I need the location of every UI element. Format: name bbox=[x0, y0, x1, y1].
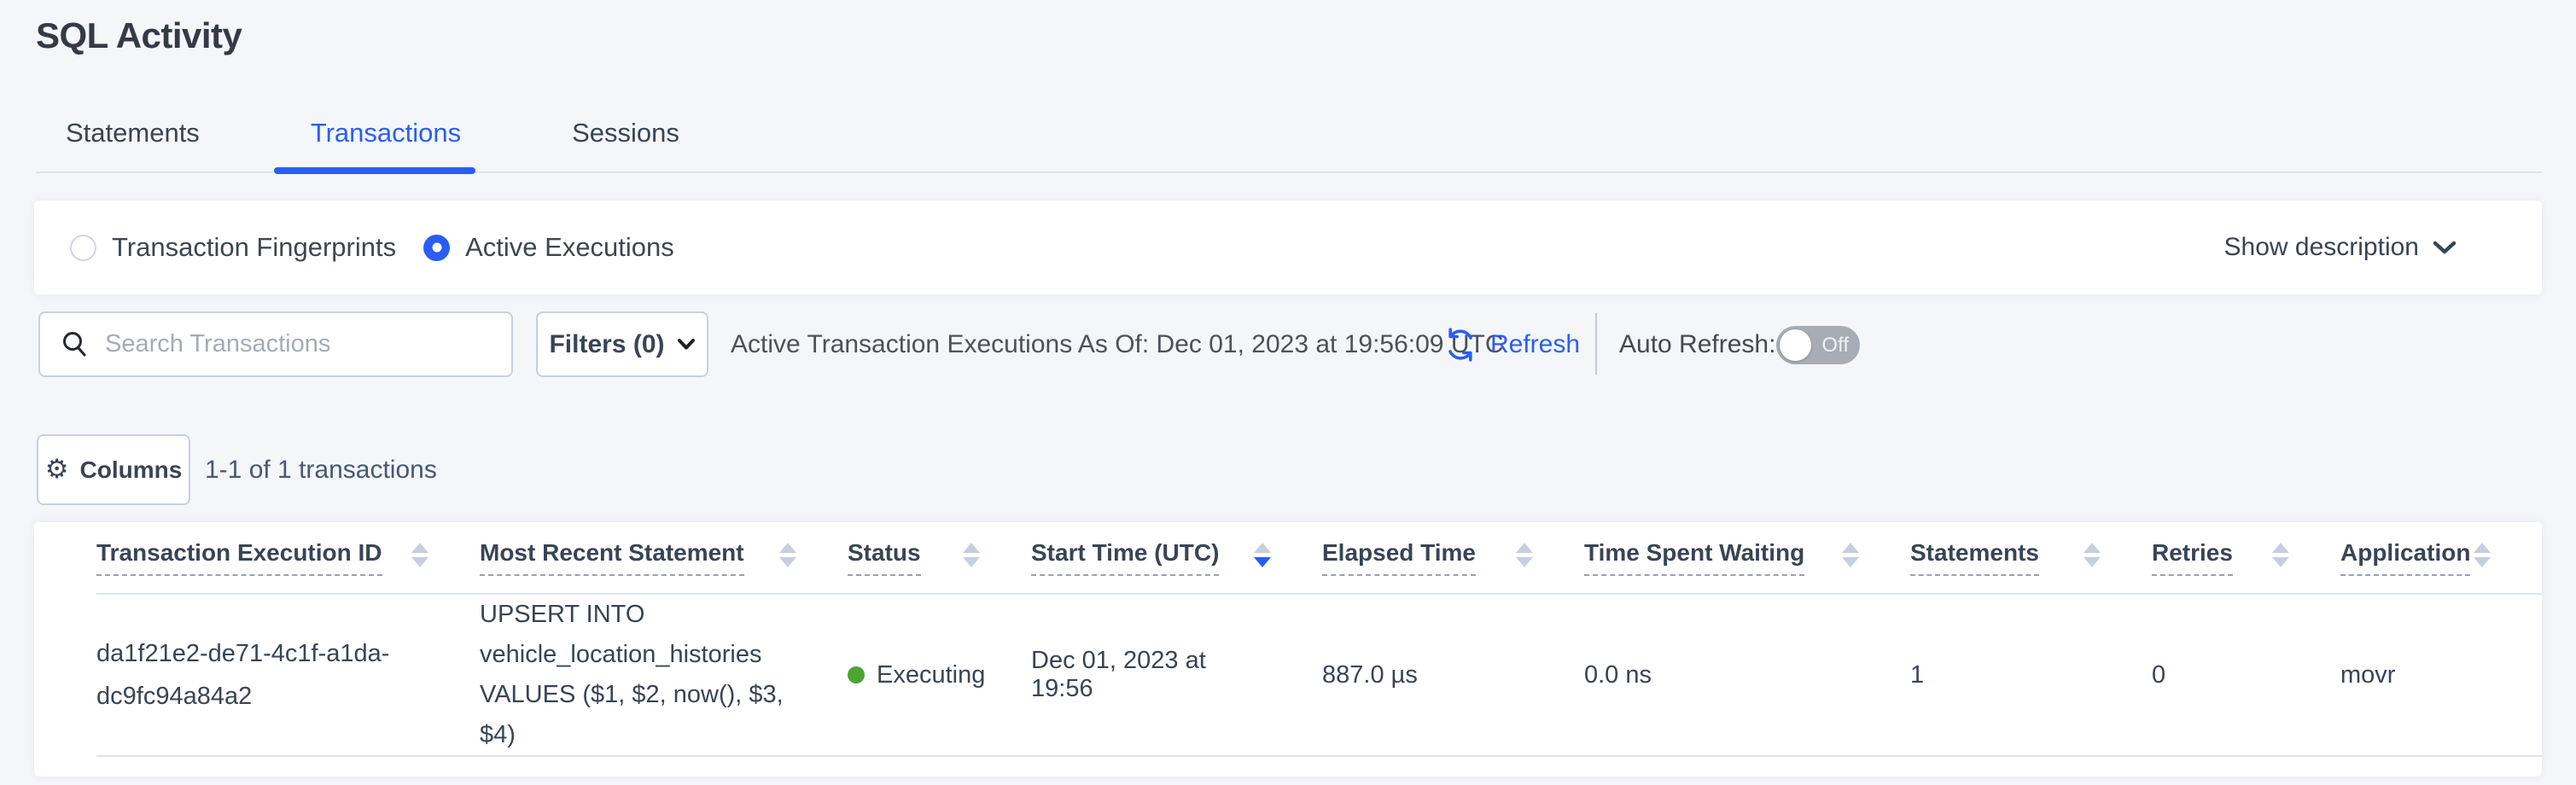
sort-arrows-icon[interactable] bbox=[963, 543, 980, 567]
sort-arrows-icon[interactable] bbox=[1516, 543, 1533, 567]
radio-selected-icon[interactable] bbox=[423, 235, 450, 261]
sort-arrows-icon[interactable] bbox=[779, 543, 796, 567]
column-header-most-recent-statement[interactable]: Most Recent Statement bbox=[480, 539, 744, 576]
page-title: SQL Activity bbox=[36, 15, 242, 56]
cell-elapsed-time: 887.0 µs bbox=[1322, 594, 1584, 756]
sort-arrows-icon[interactable] bbox=[2084, 543, 2101, 567]
status-label: Executing bbox=[877, 661, 985, 689]
tab-sessions[interactable]: Sessions bbox=[572, 118, 679, 148]
toggle-knob-icon bbox=[1780, 329, 1811, 361]
refresh-icon bbox=[1442, 327, 1478, 363]
refresh-button[interactable]: Refresh bbox=[1442, 311, 1580, 377]
radio-label: Active Executions bbox=[465, 232, 674, 263]
toggle-state-label: Off bbox=[1821, 334, 1849, 358]
columns-label: Columns bbox=[80, 456, 183, 484]
search-input[interactable] bbox=[105, 330, 494, 358]
column-header-status[interactable]: Status bbox=[848, 539, 921, 576]
column-header-time-spent-waiting[interactable]: Time Spent Waiting bbox=[1584, 539, 1804, 576]
transactions-table-card: Transaction Execution ID Most Recent Sta… bbox=[34, 522, 2542, 776]
cell-status: Executing bbox=[848, 661, 980, 689]
search-box[interactable] bbox=[38, 311, 513, 377]
cell-start-time: Dec 01, 2023 at 19:56 bbox=[1031, 594, 1322, 756]
column-header-start-time[interactable]: Start Time (UTC) bbox=[1031, 539, 1219, 576]
table-row: da1f21e2-de71-4c1f-a1da-dc9fc94a84a2 UPS… bbox=[96, 594, 2542, 756]
tab-bar: Statements Transactions Sessions bbox=[66, 118, 679, 148]
results-count: 1-1 of 1 transactions bbox=[205, 434, 437, 505]
radio-label: Transaction Fingerprints bbox=[112, 232, 396, 263]
filters-button[interactable]: Filters (0) bbox=[536, 311, 708, 377]
column-header-elapsed-time[interactable]: Elapsed Time bbox=[1322, 539, 1476, 576]
cell-application: movr bbox=[2340, 594, 2542, 756]
cell-most-recent-statement[interactable]: UPSERT INTO vehicle_location_histories V… bbox=[480, 595, 796, 755]
status-dot-icon bbox=[848, 666, 865, 683]
refresh-label: Refresh bbox=[1490, 330, 1580, 359]
tab-statements[interactable]: Statements bbox=[66, 118, 200, 148]
filters-label: Filters (0) bbox=[549, 330, 664, 359]
sort-arrows-icon[interactable] bbox=[1842, 543, 1859, 567]
radio-unselected-icon[interactable] bbox=[70, 235, 96, 261]
as-of-timestamp: Active Transaction Executions As Of: Dec… bbox=[731, 311, 1503, 377]
column-header-retries[interactable]: Retries bbox=[2152, 539, 2233, 576]
cell-retries: 0 bbox=[2152, 594, 2340, 756]
radio-active-executions[interactable]: Active Executions bbox=[423, 232, 674, 263]
chevron-down-icon bbox=[677, 338, 696, 351]
active-tab-indicator bbox=[274, 167, 475, 174]
sort-arrows-icon[interactable] bbox=[411, 543, 428, 567]
auto-refresh-toggle[interactable]: Off bbox=[1776, 326, 1860, 364]
tab-transactions[interactable]: Transactions bbox=[311, 118, 461, 148]
column-header-application[interactable]: Application bbox=[2340, 539, 2470, 576]
show-description-toggle[interactable]: Show description bbox=[2224, 233, 2457, 262]
radio-transaction-fingerprints[interactable]: Transaction Fingerprints bbox=[70, 232, 396, 263]
table-header-row: Transaction Execution ID Most Recent Sta… bbox=[96, 522, 2542, 594]
sort-arrows-icon-active-desc[interactable] bbox=[1254, 543, 1271, 567]
cell-time-spent-waiting: 0.0 ns bbox=[1584, 594, 1910, 756]
sort-arrows-icon[interactable] bbox=[2474, 543, 2491, 567]
columns-button[interactable]: ⚙ Columns bbox=[37, 434, 190, 505]
gear-icon: ⚙ bbox=[45, 456, 69, 483]
sort-arrows-icon[interactable] bbox=[2272, 543, 2289, 567]
cell-statements: 1 bbox=[1910, 594, 2152, 756]
search-icon bbox=[61, 330, 90, 359]
auto-refresh-label: Auto Refresh: bbox=[1619, 311, 1775, 377]
cell-transaction-execution-id[interactable]: da1f21e2-de71-4c1f-a1da-dc9fc94a84a2 bbox=[96, 632, 428, 718]
toolbar-divider bbox=[1595, 313, 1597, 375]
show-description-label: Show description bbox=[2224, 233, 2419, 262]
transactions-table: Transaction Execution ID Most Recent Sta… bbox=[96, 522, 2542, 757]
view-mode-card: Transaction Fingerprints Active Executio… bbox=[34, 201, 2542, 294]
column-header-statements[interactable]: Statements bbox=[1910, 539, 2039, 576]
column-header-transaction-execution-id[interactable]: Transaction Execution ID bbox=[96, 539, 382, 576]
chevron-down-icon bbox=[2433, 240, 2457, 255]
